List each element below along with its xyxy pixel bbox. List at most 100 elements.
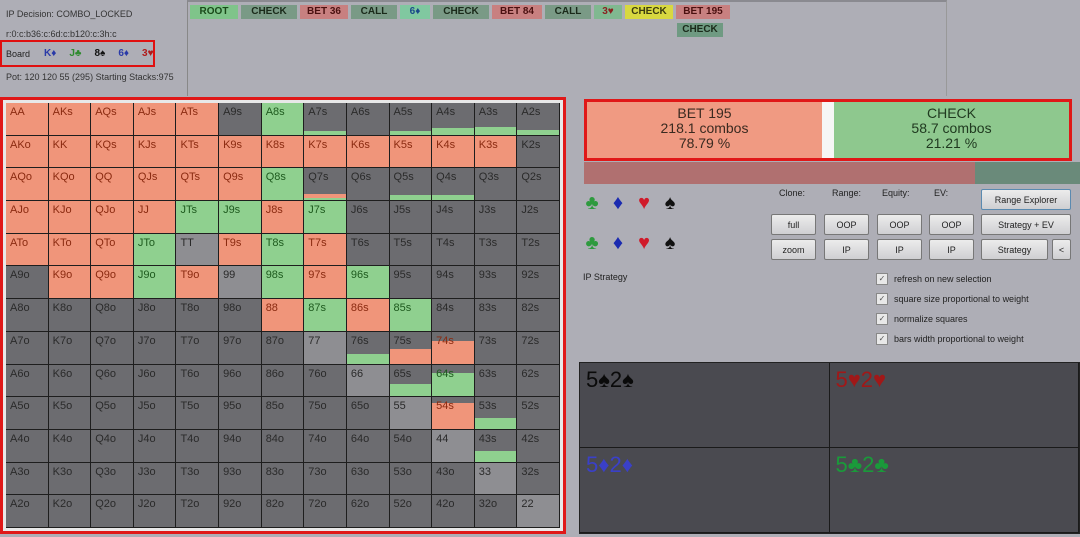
hand-cell[interactable]: 96o: [219, 364, 262, 398]
hand-cell[interactable]: 65s: [389, 364, 433, 398]
hand-cell[interactable]: Q6s: [346, 168, 390, 202]
clone-zoom-button[interactable]: zoom: [771, 239, 816, 260]
hand-cell[interactable]: A6o: [6, 364, 49, 398]
range-explorer-button[interactable]: Range Explorer: [981, 189, 1071, 210]
collapse-button[interactable]: <: [1052, 239, 1071, 260]
hand-cell[interactable]: AQo: [6, 168, 49, 202]
suit-heart-icon[interactable]: ♥: [635, 192, 653, 215]
hand-cell[interactable]: AJs: [133, 103, 177, 136]
hand-cell[interactable]: T2s: [517, 233, 560, 267]
hand-cell[interactable]: J5o: [133, 397, 177, 430]
hand-cell[interactable]: K2o: [48, 495, 92, 528]
hand-cell[interactable]: 82s: [517, 299, 560, 332]
hand-cell[interactable]: TT: [176, 233, 220, 267]
hand-cell[interactable]: 52s: [517, 397, 560, 430]
hand-cell[interactable]: 92s: [517, 266, 560, 300]
hand-cell[interactable]: 72o: [304, 495, 347, 528]
hand-cell[interactable]: J8s: [261, 201, 305, 234]
hand-cell[interactable]: 84s: [432, 299, 475, 332]
hand-cell[interactable]: K8o: [48, 299, 92, 332]
hand-cell[interactable]: K8s: [261, 135, 305, 169]
option-3[interactable]: ✓ bars width proportional to weight: [876, 333, 1024, 345]
hand-cell[interactable]: 22: [517, 495, 560, 528]
summary-bet[interactable]: BET 195 218.1 combos 78.79 %: [587, 102, 822, 158]
hand-cell[interactable]: 97o: [219, 331, 262, 365]
checkbox[interactable]: ✓: [876, 333, 888, 345]
hand-cell[interactable]: KJs: [133, 135, 177, 169]
hand-cell[interactable]: J2s: [517, 201, 560, 234]
hand-cell[interactable]: T9o: [176, 266, 220, 300]
hand-cell[interactable]: Q8s: [261, 168, 305, 202]
hand-cell[interactable]: AA: [6, 103, 49, 136]
tree-node[interactable]: CHECK: [241, 5, 297, 19]
hand-cell[interactable]: K6o: [48, 364, 92, 398]
hand-cell[interactable]: A8s: [261, 103, 305, 136]
hand-cell[interactable]: T7s: [304, 233, 347, 267]
hand-cell[interactable]: J6s: [346, 201, 390, 234]
hand-cell[interactable]: J3o: [133, 462, 177, 496]
hand-cell[interactable]: 88: [261, 299, 305, 332]
hand-cell[interactable]: J5s: [389, 201, 433, 234]
tree-node[interactable]: 3♥: [594, 5, 622, 19]
clone-full-button[interactable]: full: [771, 214, 816, 235]
hand-cell[interactable]: 43o: [432, 462, 475, 496]
hand-cell[interactable]: T5o: [176, 397, 220, 430]
hand-cell[interactable]: 87s: [304, 299, 347, 332]
hand-cell[interactable]: 95o: [219, 397, 262, 430]
hand-cell[interactable]: T3o: [176, 462, 220, 496]
hand-cell[interactable]: 98o: [219, 299, 262, 332]
hand-cell[interactable]: 73s: [474, 331, 518, 365]
hand-cell[interactable]: 43s: [474, 429, 518, 463]
hand-cell[interactable]: K3o: [48, 462, 92, 496]
hand-cell[interactable]: J9s: [219, 201, 262, 234]
hand-cell[interactable]: 53s: [474, 397, 518, 430]
tree-node[interactable]: 6♦: [400, 5, 430, 19]
hand-cell[interactable]: 97s: [304, 266, 347, 300]
hand-cell[interactable]: 66: [346, 364, 390, 398]
tree-node[interactable]: BET 36: [300, 5, 348, 19]
hand-cell[interactable]: 42s: [517, 429, 560, 463]
hand-cell[interactable]: 65o: [346, 397, 390, 430]
hand-cell[interactable]: 94s: [432, 266, 475, 300]
hand-cell[interactable]: Q3s: [474, 168, 518, 202]
ev-ip-button[interactable]: IP: [929, 239, 974, 260]
hand-cell[interactable]: AKs: [48, 103, 92, 136]
hand-cell[interactable]: T3s: [474, 233, 518, 267]
hand-cell[interactable]: JJ: [133, 201, 177, 234]
hand-cell[interactable]: A2s: [517, 103, 560, 136]
hand-cell[interactable]: 83s: [474, 299, 518, 332]
hand-cell[interactable]: A4s: [432, 103, 475, 136]
checkbox[interactable]: ✓: [876, 273, 888, 285]
hand-cell[interactable]: 83o: [261, 462, 305, 496]
checkbox[interactable]: ✓: [876, 293, 888, 305]
hand-cell[interactable]: A7o: [6, 331, 49, 365]
hand-cell[interactable]: KJo: [48, 201, 92, 234]
hand-cell[interactable]: T8o: [176, 299, 220, 332]
hand-cell[interactable]: 54s: [432, 397, 475, 430]
tree-node[interactable]: BET 195: [676, 5, 730, 19]
hand-cell[interactable]: Q3o: [91, 462, 134, 496]
hand-cell[interactable]: 52o: [389, 495, 433, 528]
tree-node[interactable]: ROOT: [190, 5, 238, 19]
hand-cell[interactable]: A3s: [474, 103, 518, 136]
hand-cell[interactable]: 55: [389, 397, 433, 430]
strategy-ev-button[interactable]: Strategy + EV: [981, 214, 1071, 235]
hand-cell[interactable]: A5o: [6, 397, 49, 430]
hand-cell[interactable]: T7o: [176, 331, 220, 365]
hand-cell[interactable]: QTs: [176, 168, 220, 202]
hand-cell[interactable]: KK: [48, 135, 92, 169]
hand-cell[interactable]: 82o: [261, 495, 305, 528]
hand-cell[interactable]: 86s: [346, 299, 390, 332]
hand-cell[interactable]: J7s: [304, 201, 347, 234]
suit-spade-icon[interactable]: ♠: [661, 192, 679, 215]
combo-cell[interactable]: 5♥2♥: [829, 363, 1079, 448]
hand-cell[interactable]: 74o: [304, 429, 347, 463]
combo-cell[interactable]: 5♣2♣: [829, 448, 1079, 533]
hand-cell[interactable]: K3s: [474, 135, 518, 169]
tree-node-child[interactable]: CHECK: [677, 23, 723, 37]
summary-check[interactable]: CHECK 58.7 combos 21.21 %: [834, 102, 1069, 158]
hand-cell[interactable]: 85o: [261, 397, 305, 430]
hand-cell[interactable]: AQs: [91, 103, 134, 136]
suit-club-icon[interactable]: ♣: [583, 192, 601, 215]
hand-cell[interactable]: QJs: [133, 168, 177, 202]
